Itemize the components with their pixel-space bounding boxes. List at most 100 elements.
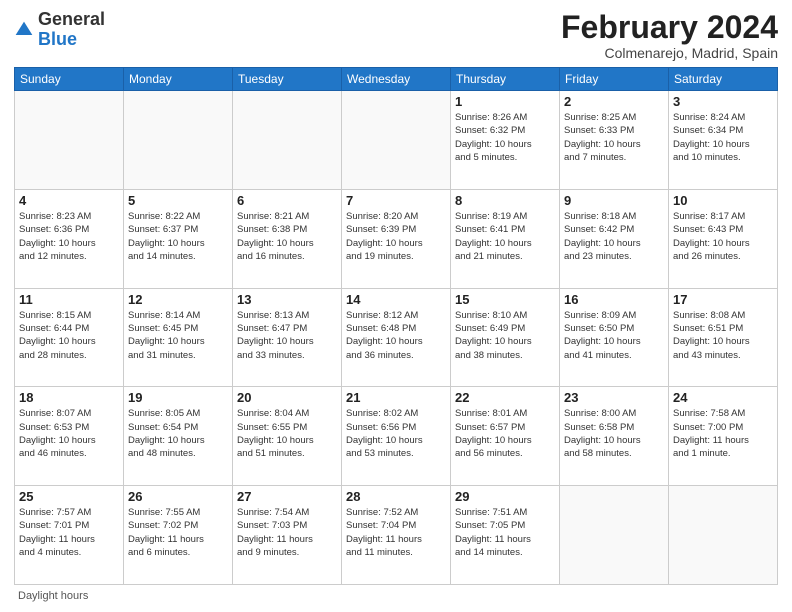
calendar-week-row: 11 Sunrise: 8:15 AM Sunset: 6:44 PM Dayli…	[15, 288, 778, 387]
calendar-cell: 4 Sunrise: 8:23 AM Sunset: 6:36 PM Daylig…	[15, 189, 124, 288]
day-number: 23	[564, 390, 664, 405]
cell-content: Sunrise: 8:08 AM Sunset: 6:51 PM Dayligh…	[673, 309, 773, 362]
footer-label: Daylight hours	[18, 590, 88, 602]
day-number: 27	[237, 489, 337, 504]
day-number: 13	[237, 292, 337, 307]
calendar-cell: 3 Sunrise: 8:24 AM Sunset: 6:34 PM Daylig…	[669, 91, 778, 190]
day-number: 20	[237, 390, 337, 405]
cell-content: Sunrise: 7:54 AM Sunset: 7:03 PM Dayligh…	[237, 506, 337, 559]
calendar-cell: 15Sunrise: 8:10 AM Sunset: 6:49 PM Dayli…	[451, 288, 560, 387]
calendar-week-row: 1 Sunrise: 8:26 AM Sunset: 6:32 PM Daylig…	[15, 91, 778, 190]
day-number: 21	[346, 390, 446, 405]
cell-content: Sunrise: 7:51 AM Sunset: 7:05 PM Dayligh…	[455, 506, 555, 559]
logo-icon	[14, 20, 34, 40]
day-number: 8	[455, 193, 555, 208]
cell-content: Sunrise: 8:02 AM Sunset: 6:56 PM Dayligh…	[346, 407, 446, 460]
calendar-cell: 23 Sunrise: 8:00 AM Sunset: 6:58 PM Dayli…	[560, 387, 669, 486]
cell-content: Sunrise: 8:15 AM Sunset: 6:44 PM Dayligh…	[19, 309, 119, 362]
calendar-week-row: 18 Sunrise: 8:07 AM Sunset: 6:53 PM Dayli…	[15, 387, 778, 486]
day-number: 3	[673, 94, 773, 109]
day-number: 14	[346, 292, 446, 307]
day-number: 9	[564, 193, 664, 208]
calendar-cell: 28 Sunrise: 7:52 AM Sunset: 7:04 PM Dayli…	[342, 486, 451, 585]
logo: General Blue	[14, 10, 105, 50]
calendar-cell: 7 Sunrise: 8:20 AM Sunset: 6:39 PM Daylig…	[342, 189, 451, 288]
day-number: 4	[19, 193, 119, 208]
day-header-saturday: Saturday	[669, 68, 778, 91]
calendar-cell: 16Sunrise: 8:09 AM Sunset: 6:50 PM Dayli…	[560, 288, 669, 387]
calendar-cell: 13 Sunrise: 8:13 AM Sunset: 6:47 PM Dayli…	[233, 288, 342, 387]
day-number: 2	[564, 94, 664, 109]
calendar-cell: 6 Sunrise: 8:21 AM Sunset: 6:38 PM Daylig…	[233, 189, 342, 288]
calendar-cell	[669, 486, 778, 585]
cell-content: Sunrise: 7:57 AM Sunset: 7:01 PM Dayligh…	[19, 506, 119, 559]
cell-content: Sunrise: 8:10 AM Sunset: 6:49 PM Dayligh…	[455, 309, 555, 362]
day-number: 22	[455, 390, 555, 405]
calendar-cell: 11 Sunrise: 8:15 AM Sunset: 6:44 PM Dayli…	[15, 288, 124, 387]
calendar-cell: 25 Sunrise: 7:57 AM Sunset: 7:01 PM Dayli…	[15, 486, 124, 585]
footer: Daylight hours	[14, 590, 778, 602]
month-title: February 2024	[561, 10, 778, 45]
calendar-cell: 2 Sunrise: 8:25 AM Sunset: 6:33 PM Daylig…	[560, 91, 669, 190]
day-number: 6	[237, 193, 337, 208]
day-number: 11	[19, 292, 119, 307]
cell-content: Sunrise: 8:04 AM Sunset: 6:55 PM Dayligh…	[237, 407, 337, 460]
day-number: 29	[455, 489, 555, 504]
cell-content: Sunrise: 8:20 AM Sunset: 6:39 PM Dayligh…	[346, 210, 446, 263]
calendar-cell: 18 Sunrise: 8:07 AM Sunset: 6:53 PM Dayli…	[15, 387, 124, 486]
cell-content: Sunrise: 8:01 AM Sunset: 6:57 PM Dayligh…	[455, 407, 555, 460]
calendar-cell: 5Sunrise: 8:22 AM Sunset: 6:37 PM Daylig…	[124, 189, 233, 288]
day-number: 26	[128, 489, 228, 504]
logo-text: General Blue	[38, 10, 105, 50]
day-header-tuesday: Tuesday	[233, 68, 342, 91]
day-number: 19	[128, 390, 228, 405]
cell-content: Sunrise: 8:00 AM Sunset: 6:58 PM Dayligh…	[564, 407, 664, 460]
day-number: 7	[346, 193, 446, 208]
cell-content: Sunrise: 8:25 AM Sunset: 6:33 PM Dayligh…	[564, 111, 664, 164]
cell-content: Sunrise: 8:09 AM Sunset: 6:50 PM Dayligh…	[564, 309, 664, 362]
day-number: 25	[19, 489, 119, 504]
calendar-header-row: SundayMondayTuesdayWednesdayThursdayFrid…	[15, 68, 778, 91]
header: General Blue February 2024 Colmenarejo, …	[14, 10, 778, 61]
calendar-cell	[233, 91, 342, 190]
cell-content: Sunrise: 8:07 AM Sunset: 6:53 PM Dayligh…	[19, 407, 119, 460]
day-number: 5	[128, 193, 228, 208]
cell-content: Sunrise: 8:14 AM Sunset: 6:45 PM Dayligh…	[128, 309, 228, 362]
cell-content: Sunrise: 7:58 AM Sunset: 7:00 PM Dayligh…	[673, 407, 773, 460]
cell-content: Sunrise: 8:05 AM Sunset: 6:54 PM Dayligh…	[128, 407, 228, 460]
cell-content: Sunrise: 8:21 AM Sunset: 6:38 PM Dayligh…	[237, 210, 337, 263]
cell-content: Sunrise: 8:13 AM Sunset: 6:47 PM Dayligh…	[237, 309, 337, 362]
calendar-cell: 10 Sunrise: 8:17 AM Sunset: 6:43 PM Dayli…	[669, 189, 778, 288]
cell-content: Sunrise: 8:23 AM Sunset: 6:36 PM Dayligh…	[19, 210, 119, 263]
cell-content: Sunrise: 8:12 AM Sunset: 6:48 PM Dayligh…	[346, 309, 446, 362]
calendar-cell: 19 Sunrise: 8:05 AM Sunset: 6:54 PM Dayli…	[124, 387, 233, 486]
calendar-cell	[15, 91, 124, 190]
page: General Blue February 2024 Colmenarejo, …	[0, 0, 792, 612]
calendar-cell	[560, 486, 669, 585]
day-header-sunday: Sunday	[15, 68, 124, 91]
calendar-cell: 26Sunrise: 7:55 AM Sunset: 7:02 PM Dayli…	[124, 486, 233, 585]
day-number: 17	[673, 292, 773, 307]
calendar-cell: 12 Sunrise: 8:14 AM Sunset: 6:45 PM Dayli…	[124, 288, 233, 387]
calendar-cell: 27 Sunrise: 7:54 AM Sunset: 7:03 PM Dayli…	[233, 486, 342, 585]
day-number: 10	[673, 193, 773, 208]
day-number: 1	[455, 94, 555, 109]
cell-content: Sunrise: 8:18 AM Sunset: 6:42 PM Dayligh…	[564, 210, 664, 263]
calendar-table: SundayMondayTuesdayWednesdayThursdayFrid…	[14, 67, 778, 585]
calendar-cell: 9 Sunrise: 8:18 AM Sunset: 6:42 PM Daylig…	[560, 189, 669, 288]
calendar-cell: 29 Sunrise: 7:51 AM Sunset: 7:05 PM Dayli…	[451, 486, 560, 585]
calendar-cell: 20 Sunrise: 8:04 AM Sunset: 6:55 PM Dayli…	[233, 387, 342, 486]
day-number: 12	[128, 292, 228, 307]
day-number: 18	[19, 390, 119, 405]
calendar-cell	[124, 91, 233, 190]
cell-content: Sunrise: 8:26 AM Sunset: 6:32 PM Dayligh…	[455, 111, 555, 164]
cell-content: Sunrise: 8:17 AM Sunset: 6:43 PM Dayligh…	[673, 210, 773, 263]
cell-content: Sunrise: 8:24 AM Sunset: 6:34 PM Dayligh…	[673, 111, 773, 164]
day-number: 28	[346, 489, 446, 504]
day-header-friday: Friday	[560, 68, 669, 91]
cell-content: Sunrise: 7:52 AM Sunset: 7:04 PM Dayligh…	[346, 506, 446, 559]
calendar-cell: 24Sunrise: 7:58 AM Sunset: 7:00 PM Dayli…	[669, 387, 778, 486]
calendar-cell: 1 Sunrise: 8:26 AM Sunset: 6:32 PM Daylig…	[451, 91, 560, 190]
day-header-monday: Monday	[124, 68, 233, 91]
calendar-cell: 17 Sunrise: 8:08 AM Sunset: 6:51 PM Dayli…	[669, 288, 778, 387]
